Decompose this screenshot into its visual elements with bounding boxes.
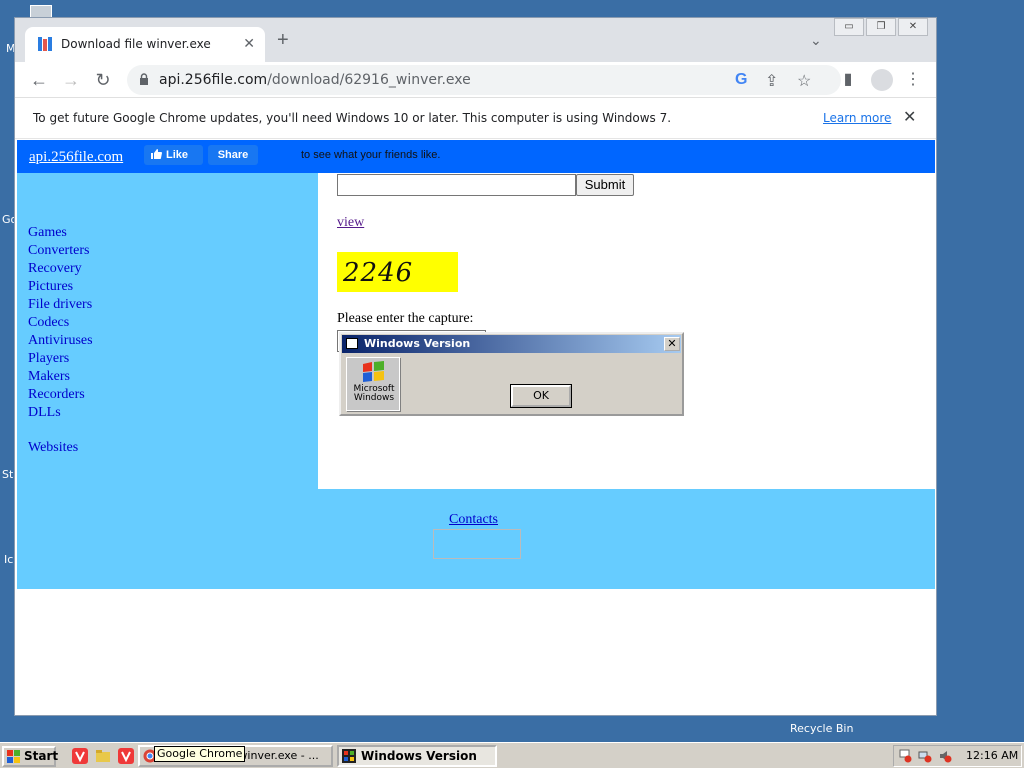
browser-toolbar: ← → ↻ api.256file.com/download/62916_win…	[15, 62, 936, 98]
site-header: api.256file.com Like Share to see what y…	[17, 140, 935, 173]
tab-search-chevron-icon[interactable]: ⌄	[810, 32, 822, 49]
recycle-bin-label[interactable]: Recycle Bin	[790, 722, 853, 735]
lock-icon[interactable]	[139, 73, 149, 85]
sidebar-item-games[interactable]: Games	[28, 224, 93, 242]
action-center-flag-icon[interactable]	[898, 749, 912, 763]
sidebar-item-websites[interactable]: Websites	[28, 440, 78, 456]
site-favicon-icon	[38, 37, 52, 51]
system-tray: 12:16 AM	[893, 745, 1022, 767]
share-icon[interactable]: ⇪	[765, 71, 778, 91]
window-controls: ▭ ❐ ✕	[834, 18, 928, 36]
page-content: api.256file.com Like Share to see what y…	[15, 140, 936, 715]
tab-close-icon[interactable]: ✕	[243, 35, 255, 52]
logo-text: Microsoft Windows	[347, 385, 401, 403]
category-list: Games Converters Recovery Pictures File …	[28, 224, 93, 422]
google-lens-icon[interactable]: G	[735, 71, 747, 89]
winver-task-label: Windows Version	[361, 749, 477, 763]
ok-button[interactable]: OK	[510, 384, 572, 408]
taskbar-tooltip: Google Chrome	[154, 746, 246, 762]
sidebar-item-codecs[interactable]: Codecs	[28, 314, 93, 332]
microsoft-windows-logo: Microsoft Windows	[346, 357, 400, 411]
profile-avatar-icon[interactable]	[871, 69, 893, 91]
thumbs-up-icon	[151, 149, 162, 159]
taskbar-winver-button[interactable]: Windows Version	[337, 745, 497, 767]
tab-download-winver[interactable]: Download file winver.exe ✕	[25, 27, 265, 62]
reload-icon[interactable]: ↻	[91, 68, 115, 92]
winver-app-icon	[342, 749, 356, 763]
url-host: api.256file.com	[159, 72, 268, 88]
vivaldi-quicklaunch-icon-2[interactable]	[118, 748, 134, 764]
forward-arrow-icon[interactable]: →	[59, 68, 83, 92]
start-label: Start	[24, 749, 59, 763]
url-text[interactable]: api.256file.com/download/62916_winver.ex…	[159, 72, 471, 88]
facebook-friends-text: to see what your friends like.	[301, 149, 441, 161]
sidebar-item-file-drivers[interactable]: File drivers	[28, 296, 93, 314]
dialog-title: Windows Version	[364, 337, 471, 350]
contacts-link[interactable]: Contacts	[449, 512, 498, 528]
captcha-image-text: 2246	[343, 258, 414, 288]
facebook-share-button[interactable]: Share	[208, 145, 258, 165]
sidebar-item-players[interactable]: Players	[28, 350, 93, 368]
infobar-close-icon[interactable]: ✕	[903, 107, 916, 127]
clock[interactable]: 12:16 AM	[966, 749, 1018, 762]
captcha-prompt: Please enter the capture:	[337, 311, 474, 326]
menu-kebab-icon[interactable]: ⋮	[901, 68, 925, 92]
folder-quicklaunch-icon[interactable]	[95, 748, 111, 764]
sidebar-item-recovery[interactable]: Recovery	[28, 260, 93, 278]
facebook-like-button[interactable]: Like	[144, 145, 203, 165]
view-link[interactable]: view	[337, 215, 364, 231]
sidebar-item-makers[interactable]: Makers	[28, 368, 93, 386]
sidebar-item-dlls[interactable]: DLLs	[28, 404, 93, 422]
sidebar-item-pictures[interactable]: Pictures	[28, 278, 93, 296]
dialog-titlebar[interactable]: Windows Version ✕	[342, 335, 681, 353]
site-footer: Contacts	[17, 489, 935, 589]
submit-button[interactable]: Submit	[576, 174, 634, 196]
address-bar[interactable]: api.256file.com/download/62916_winver.ex…	[127, 65, 841, 95]
tab-strip: Download file winver.exe ✕ + ⌄ ▭ ❐ ✕	[15, 18, 936, 62]
infobar-message: To get future Google Chrome updates, you…	[33, 111, 672, 125]
windows-flag-icon	[363, 361, 384, 382]
update-infobar: To get future Google Chrome updates, you…	[15, 99, 936, 139]
broken-image-icon	[433, 529, 521, 559]
start-button[interactable]: Start	[2, 746, 59, 767]
restore-button[interactable]: ❐	[866, 18, 896, 36]
new-tab-button[interactable]: +	[277, 30, 289, 50]
back-arrow-icon[interactable]: ←	[27, 68, 51, 92]
learn-more-link[interactable]: Learn more	[823, 111, 891, 125]
sidebar-item-recorders[interactable]: Recorders	[28, 386, 93, 404]
search-input[interactable]	[337, 174, 576, 196]
windows-start-logo-icon	[7, 750, 20, 763]
side-panel-icon[interactable]: ▮	[836, 68, 860, 92]
tab-title: Download file winver.exe	[61, 37, 211, 51]
logo-text-windows: Windows	[353, 393, 395, 403]
windows-version-dialog: Windows Version ✕ Microsoft Windows OK	[339, 332, 684, 416]
desktop-icon-label-fragment: Ic	[4, 553, 14, 566]
category-sidebar: Games Converters Recovery Pictures File …	[17, 173, 318, 489]
url-path: /download/62916_winver.exe	[267, 72, 471, 88]
sidebar-item-antiviruses[interactable]: Antiviruses	[28, 332, 93, 350]
window-app-icon	[346, 338, 358, 349]
volume-muted-icon[interactable]	[938, 749, 952, 763]
minimize-button[interactable]: ▭	[834, 18, 864, 36]
bookmark-star-icon[interactable]: ☆	[797, 71, 811, 91]
vivaldi-quicklaunch-icon[interactable]	[72, 748, 88, 764]
sidebar-item-converters[interactable]: Converters	[28, 242, 93, 260]
like-label: Like	[166, 149, 189, 161]
captcha-image: 2246	[337, 252, 458, 292]
close-window-button[interactable]: ✕	[898, 18, 928, 36]
site-home-link[interactable]: api.256file.com	[29, 149, 123, 166]
dialog-close-button[interactable]: ✕	[664, 337, 680, 351]
network-icon[interactable]	[918, 749, 932, 763]
